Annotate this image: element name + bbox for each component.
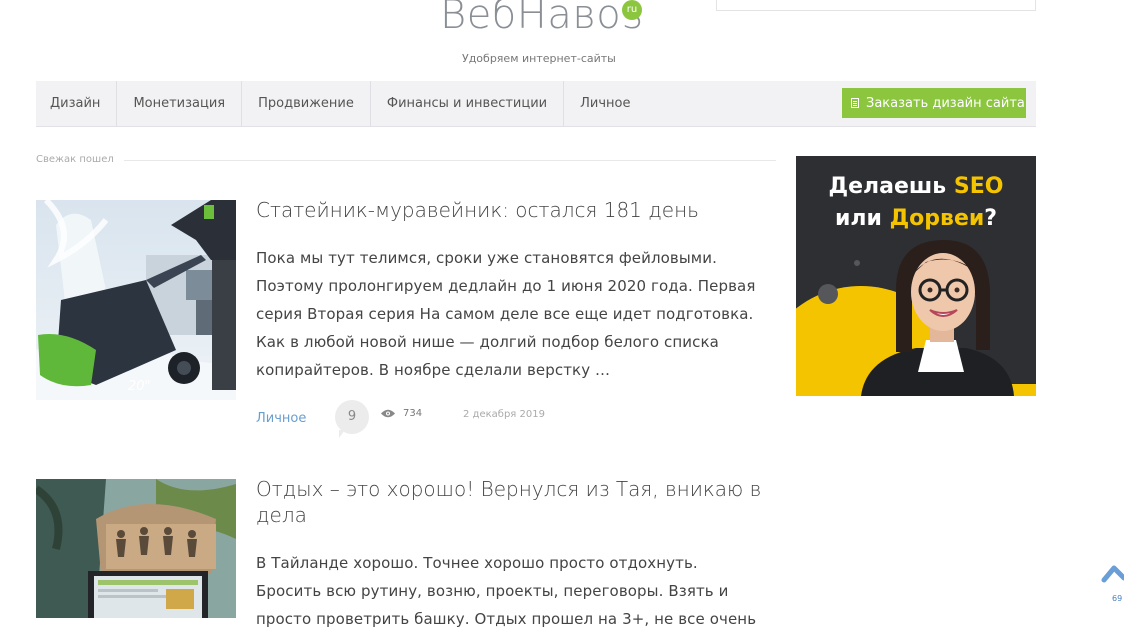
title-line: дела bbox=[256, 503, 307, 527]
article-category-link[interactable]: Личное bbox=[256, 411, 306, 426]
article-excerpt: В Тайланде хорошо. Точнее хорошо просто … bbox=[256, 549, 776, 633]
excerpt-line: Поэтому пролонгируем дедлайн до 1 июня 2… bbox=[256, 277, 756, 295]
menu-item-monetization[interactable]: Монетизация bbox=[117, 81, 243, 126]
excerpt-line: просто проветрить башку. Отдых прошел на… bbox=[256, 610, 757, 628]
menu-item-design[interactable]: Дизайн bbox=[36, 81, 118, 126]
article-thumbnail-snowblower[interactable]: 20" bbox=[36, 200, 236, 400]
menu-item-personal[interactable]: Личное bbox=[564, 81, 646, 126]
scroll-counter: 69 bbox=[1112, 594, 1123, 603]
comments-count[interactable]: 9 bbox=[335, 400, 369, 438]
search-input[interactable] bbox=[716, 0, 1036, 11]
excerpt-line: Бросить всю рутину, возню, проекты, пере… bbox=[256, 582, 729, 600]
banner-headline-1: Делаешь SEO bbox=[796, 174, 1036, 199]
banner-text: Делаешь bbox=[828, 174, 954, 199]
order-design-label: Заказать дизайн сайта bbox=[866, 95, 1025, 111]
menu-item-finance[interactable]: Финансы и инвестиции bbox=[371, 81, 565, 126]
article-title[interactable]: Отдых – это хорошо! Вернулся из Тая, вни… bbox=[256, 476, 776, 528]
seo-doorway-ad-banner[interactable]: Делаешь SEO или Дорвеи? bbox=[796, 156, 1036, 396]
vacation-image bbox=[36, 479, 236, 618]
article-title[interactable]: Статейник-муравейник: остался 181 день bbox=[256, 197, 699, 223]
section-heading: Свежак пошел bbox=[36, 154, 114, 165]
scroll-to-top-button[interactable]: 69 bbox=[1100, 560, 1124, 603]
menu-item-promotion[interactable]: Продвижение bbox=[242, 81, 371, 126]
bubble-tail bbox=[339, 430, 345, 438]
article-thumbnail-vacation[interactable] bbox=[36, 479, 236, 618]
banner-headline-2: или Дорвеи? bbox=[796, 206, 1036, 231]
snowblower-image: 20" bbox=[36, 200, 236, 400]
logo-text: ВебНавоз bbox=[440, 0, 644, 38]
excerpt-line: В Тайланде хорошо. Точнее хорошо просто … bbox=[256, 554, 698, 572]
logo-ru-badge: ru bbox=[622, 0, 642, 20]
banner-text: ? bbox=[984, 206, 998, 231]
chevron-up-icon bbox=[1101, 565, 1124, 583]
views-value: 734 bbox=[403, 408, 423, 419]
views-count: 734 bbox=[381, 408, 422, 419]
site-tagline: Удобряем интернет-сайты bbox=[462, 52, 616, 65]
excerpt-line: Пока мы тут телимся, сроки уже становятс… bbox=[256, 249, 717, 267]
eye-icon bbox=[381, 409, 395, 418]
order-design-button[interactable]: Заказать дизайн сайта bbox=[842, 88, 1026, 118]
site-logo[interactable]: ВебНавоз ru bbox=[440, 0, 643, 54]
comments-bubble-icon: 9 bbox=[335, 400, 369, 434]
title-line: Отдых – это хорошо! Вернулся из Тая, вни… bbox=[256, 477, 762, 501]
woman-with-glasses-image bbox=[861, 240, 1014, 396]
document-icon bbox=[851, 98, 859, 108]
banner-highlight: SEO bbox=[953, 174, 1004, 199]
section-divider bbox=[124, 160, 776, 161]
decor-dot bbox=[818, 284, 838, 304]
banner-highlight: Дорвеи bbox=[889, 206, 985, 231]
excerpt-line: Как в любой новой нише — долгий подбор б… bbox=[256, 333, 719, 351]
thumb-caption: 20" bbox=[128, 379, 151, 394]
banner-text: или bbox=[834, 206, 890, 231]
excerpt-line: серия Вторая серия На самом деле все еще… bbox=[256, 305, 754, 323]
excerpt-line: копирайтеров. В ноябре сделали верстку … bbox=[256, 361, 611, 379]
article-excerpt: Пока мы тут телимся, сроки уже становятс… bbox=[256, 244, 776, 384]
article-date: 2 декабря 2019 bbox=[463, 409, 545, 420]
